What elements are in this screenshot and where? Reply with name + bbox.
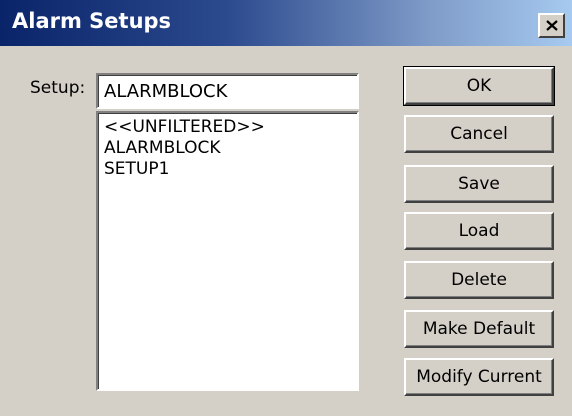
- setup-input[interactable]: [96, 73, 359, 109]
- close-button[interactable]: [538, 13, 565, 38]
- title-bar[interactable]: Alarm Setups: [0, 0, 572, 46]
- load-button[interactable]: Load: [404, 212, 554, 250]
- cancel-button[interactable]: Cancel: [404, 115, 554, 153]
- list-item[interactable]: ALARMBLOCK: [104, 138, 351, 159]
- list-item[interactable]: <<UNFILTERED>>: [104, 117, 351, 138]
- save-button[interactable]: Save: [404, 165, 554, 203]
- modify-current-button[interactable]: Modify Current: [404, 358, 554, 396]
- close-icon: [546, 20, 558, 31]
- delete-button[interactable]: Delete: [404, 261, 554, 299]
- window-title: Alarm Setups: [12, 9, 172, 33]
- setup-label: Setup:: [30, 78, 86, 98]
- alarm-setups-dialog: Alarm Setups Setup: <<UNFILTERED>> ALARM…: [0, 0, 572, 416]
- ok-button[interactable]: OK: [403, 66, 555, 106]
- setup-list[interactable]: <<UNFILTERED>> ALARMBLOCK SETUP1: [96, 111, 359, 391]
- make-default-button[interactable]: Make Default: [404, 310, 554, 348]
- list-item[interactable]: SETUP1: [104, 159, 351, 180]
